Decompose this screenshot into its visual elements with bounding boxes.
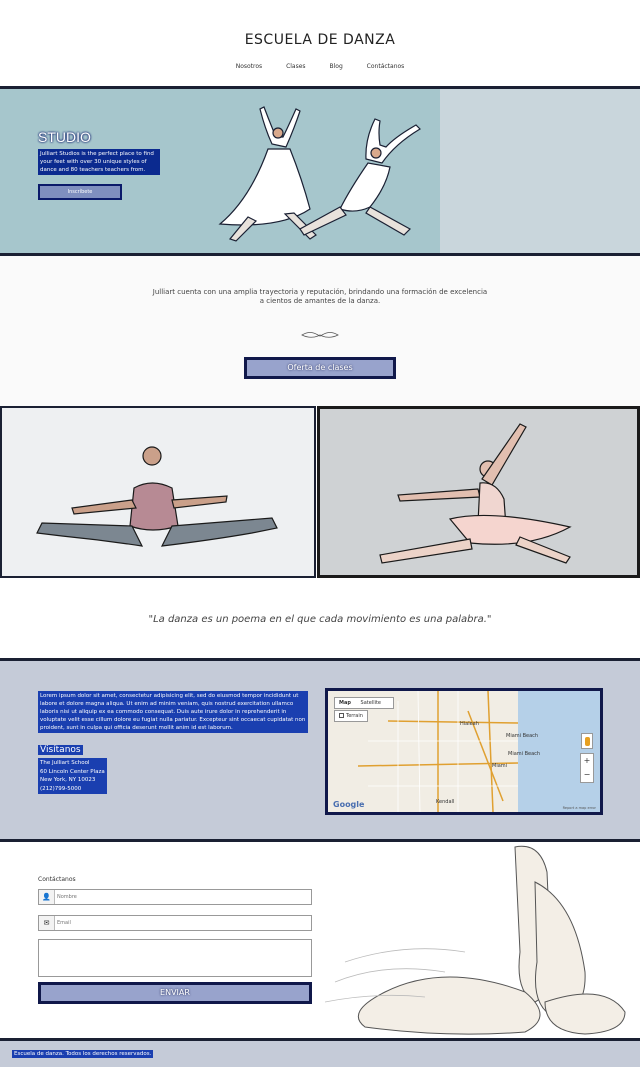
nav-item-blog[interactable]: Blog [329, 63, 342, 70]
address-line: The Julliart School [40, 760, 90, 766]
terrain-label: Terrain [346, 713, 363, 719]
zoom-in-icon[interactable]: + [581, 754, 593, 768]
map-label: Miami Beach [508, 751, 541, 757]
embedded-map[interactable]: Map Satellite Terrain Miami Beach Hialea… [325, 688, 603, 815]
about-text: Lorem ipsum dolor sit amet, consectetur … [38, 691, 308, 733]
address-line: New York, NY 10023 [40, 777, 96, 783]
ornament-divider-icon [301, 332, 339, 338]
email-input[interactable] [57, 917, 307, 929]
map-label: Kendall [436, 799, 455, 805]
site-title[interactable]: ESCUELA DE DANZA [0, 32, 640, 48]
user-icon: 👤 [39, 890, 55, 904]
nav-item-nosotros[interactable]: Nosotros [236, 63, 262, 70]
visit-title: Visítanos [38, 745, 83, 755]
name-input[interactable] [57, 891, 307, 903]
hero-dancers-image [218, 106, 421, 242]
zoom-out-icon[interactable]: − [581, 768, 593, 782]
info-section: Lorem ipsum dolor sit amet, consectetur … [0, 658, 640, 842]
map-type-tabs[interactable]: Map Satellite [334, 697, 395, 709]
street-view-pegman-icon[interactable] [581, 733, 593, 749]
address-line: 60 Lincoln Center Plaza [40, 768, 105, 775]
map-error-link[interactable]: Report a map error [563, 806, 596, 810]
signup-button[interactable]: Inscríbete [38, 184, 122, 200]
copyright-text: Escuela de danza. Todos los derechos res… [12, 1050, 154, 1058]
intro-text: Julliart cuenta con una amplia trayector… [152, 288, 488, 305]
quote-text: "La danza es un poema en el que cada mov… [148, 614, 492, 625]
map-tab[interactable]: Map [339, 700, 351, 706]
send-button[interactable]: ENVIAR [38, 982, 312, 1004]
phone-number[interactable]: (212)799-5000 [40, 785, 105, 794]
site-footer: Escuela de danza. Todos los derechos res… [0, 1038, 640, 1067]
site-header: ESCUELA DE DANZA Nosotros Clases Blog Co… [0, 0, 640, 86]
photo-gallery [0, 406, 640, 578]
map-label: Miami Beach [506, 733, 539, 739]
map-label: Miami [492, 763, 508, 769]
envelope-icon: ✉ [39, 916, 55, 930]
class-offer-button[interactable]: Oferta de clases [244, 357, 396, 379]
ballerina-photo [317, 406, 640, 578]
hero-banner: STUDIO Julliart Studios is the perfect p… [0, 86, 640, 256]
male-dancer-photo [0, 406, 316, 578]
hero-text: Julliart Studios is the perfect place to… [38, 149, 160, 175]
map-zoom-control[interactable]: + − [580, 753, 594, 783]
message-textarea[interactable] [38, 939, 312, 977]
contact-title: Contáctanos [38, 876, 76, 883]
google-logo: Google [333, 800, 365, 809]
contact-section: Contáctanos 👤 ✉ ENVIAR [0, 842, 640, 1038]
map-label: Hialeah [460, 721, 479, 727]
main-nav: Nosotros Clases Blog Contáctanos [0, 63, 640, 70]
terrain-checkbox[interactable]: Terrain [334, 710, 368, 722]
nav-item-contactanos[interactable]: Contáctanos [367, 63, 405, 70]
email-field[interactable]: ✉ [38, 915, 312, 931]
name-field[interactable]: 👤 [38, 889, 312, 905]
nav-item-clases[interactable]: Clases [286, 63, 305, 70]
intro-section: Julliart cuenta con una amplia trayector… [0, 256, 640, 406]
satellite-tab[interactable]: Satellite [361, 700, 381, 706]
quote-section: "La danza es un poema en el que cada mov… [0, 578, 640, 658]
checkbox-icon[interactable] [339, 713, 344, 718]
hero-title: STUDIO [38, 129, 91, 145]
address-block: The Julliart School 60 Lincoln Center Pl… [38, 758, 107, 794]
pointe-shoes-image [325, 845, 626, 1035]
